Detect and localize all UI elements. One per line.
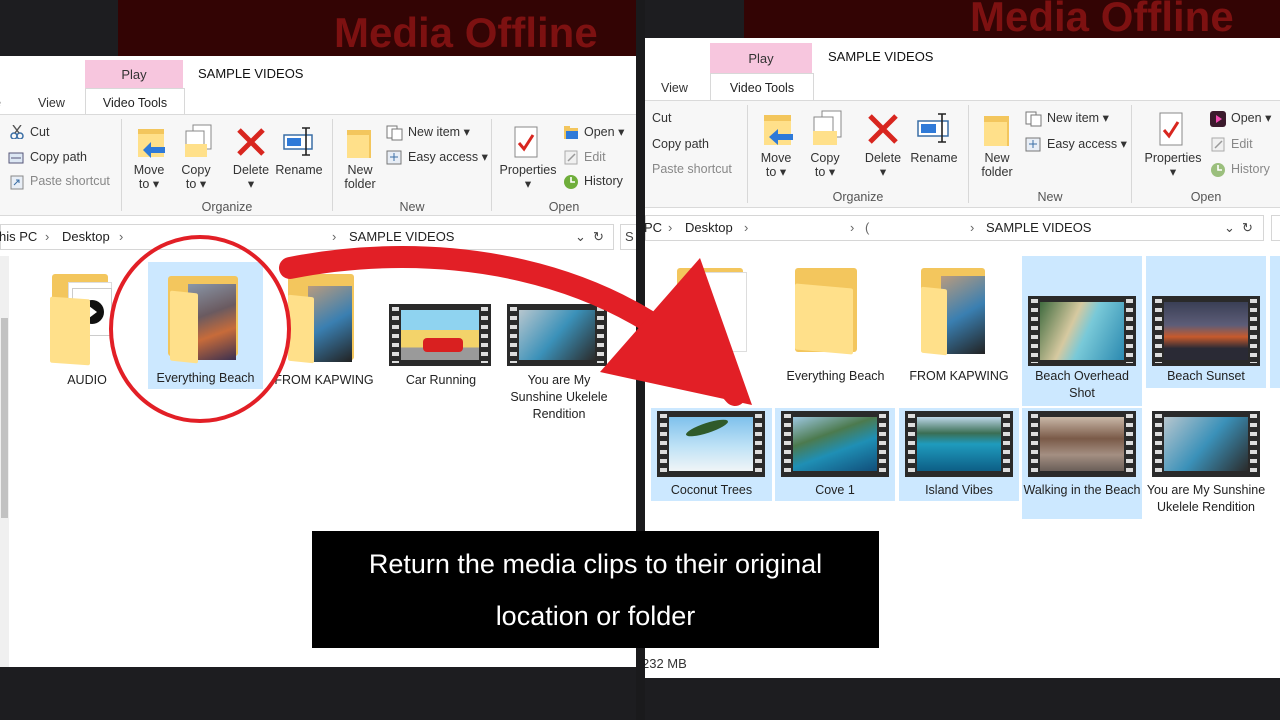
caption-text: Return the media clips to their original… (368, 548, 823, 631)
caption-box: Return the media clips to their original… (312, 531, 879, 648)
arrow-head (600, 258, 752, 405)
highlight-circle (109, 235, 291, 423)
